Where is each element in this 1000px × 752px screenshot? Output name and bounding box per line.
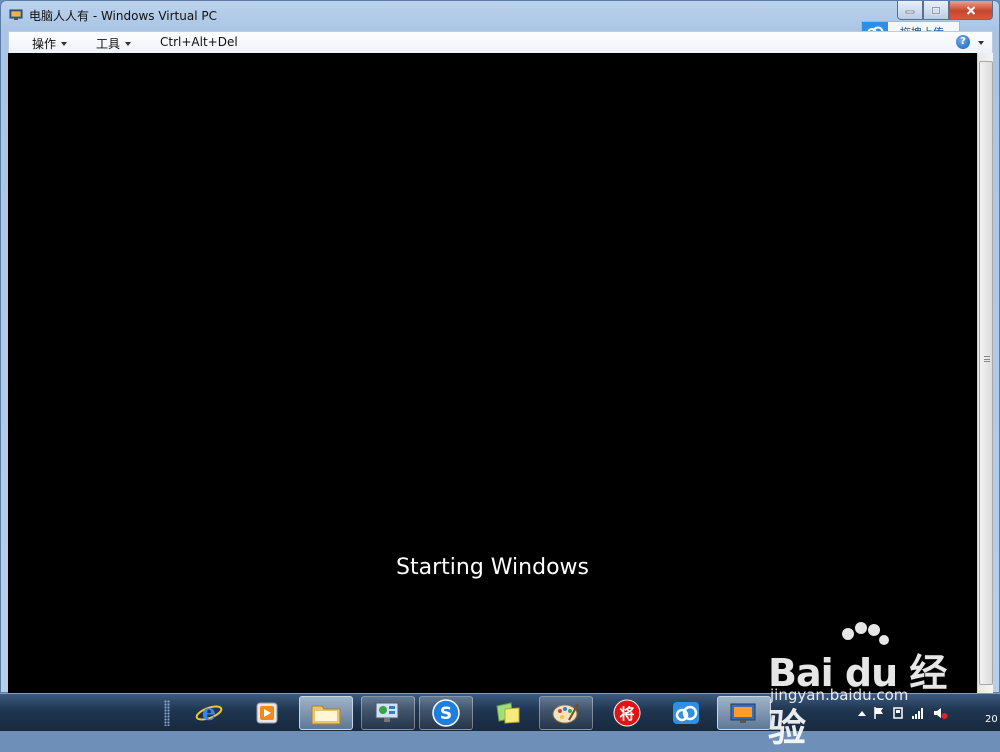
chevron-down-icon [125,41,132,46]
help-icon[interactable]: ? [956,35,970,49]
virtual-pc-icon [730,703,756,723]
network-signal-icon[interactable] [911,706,925,720]
internet-explorer-icon: e [195,700,223,726]
caption-buttons [897,1,993,20]
taskbar-paint[interactable] [539,696,593,730]
taskbar-sogou[interactable]: S [419,696,473,730]
ctrl-alt-del-label: Ctrl+Alt+Del [160,35,238,49]
svg-text:e: e [202,700,216,726]
chevron-down-icon [61,41,68,46]
minimize-button[interactable] [897,1,923,20]
scrollbar-grip-icon [984,356,990,362]
show-hidden-icons-icon[interactable] [858,710,866,716]
taskbar-grip[interactable] [164,700,170,726]
paint-palette-icon [552,703,579,724]
taskbar: e S 将 20 [0,693,1000,731]
volume-muted-icon[interactable] [932,706,948,720]
taskbar-media-player[interactable] [240,696,294,730]
maximize-button[interactable] [923,1,949,20]
sticky-notes-icon [496,702,520,724]
taskbar-internet-explorer[interactable]: e [182,696,236,730]
help-dropdown-icon[interactable] [978,41,984,45]
close-button[interactable] [949,1,993,20]
system-tray [858,702,948,724]
menu-bar: 操作 工具 Ctrl+Alt+Del ? [8,31,993,53]
tools-menu[interactable]: 工具 [96,35,132,52]
device-icon[interactable] [892,706,904,720]
virtual-pc-window: 电脑人人有 - Windows Virtual PC 拖拽上传 操作 工具 [0,0,1000,694]
close-icon [966,5,976,15]
restore-icon [931,6,941,14]
action-center-flag-icon[interactable] [873,706,885,720]
minimize-icon [905,10,915,14]
taskbar-baidu-cloud[interactable] [659,696,713,730]
taskbar-virtual-pc[interactable] [717,696,771,730]
taskbar-chess-game[interactable]: 将 [600,696,654,730]
folder-icon [311,705,341,725]
taskbar-remote-desktop[interactable] [361,696,415,730]
svg-text:S: S [440,704,452,724]
chess-piece-label: 将 [619,704,635,723]
taskbar-sticky-notes[interactable] [481,696,535,730]
vm-display[interactable]: Starting Windows [8,53,977,694]
vertical-scrollbar[interactable] [977,53,993,694]
taskbar-file-explorer[interactable] [299,696,353,730]
tools-menu-label: 工具 [96,37,121,51]
window-title: 电脑人人有 - Windows Virtual PC [29,9,217,23]
boot-message: Starting Windows [396,555,589,580]
ctrl-alt-del-button[interactable]: Ctrl+Alt+Del [160,35,238,49]
virtual-pc-app-icon[interactable] [9,8,23,22]
baidu-cloud-icon [673,702,699,724]
taskbar-clock[interactable]: 20 [985,714,998,725]
actions-menu[interactable]: 操作 [32,35,68,52]
media-player-icon [256,702,278,724]
actions-menu-label: 操作 [32,37,57,51]
sogou-icon: S [432,699,460,727]
title-bar[interactable]: 电脑人人有 - Windows Virtual PC [1,1,999,29]
remote-desktop-icon [375,702,399,722]
scrollbar-thumb[interactable] [979,61,993,685]
